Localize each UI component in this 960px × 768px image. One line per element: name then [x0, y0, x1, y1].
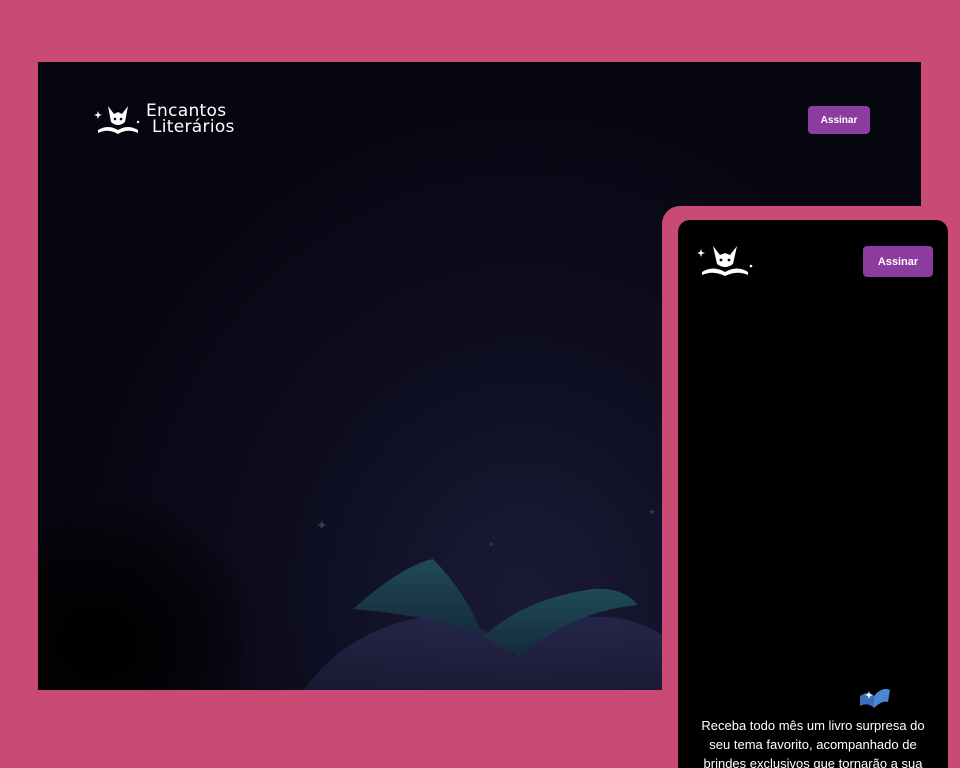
brand-name: Encantos Literários	[146, 103, 235, 137]
dark-vignette	[38, 502, 258, 690]
mobile-description: Receba todo mês um livro surpresa do seu…	[701, 718, 925, 768]
mobile-screen: Assinar Receba todo mês um livro surpres…	[678, 220, 948, 768]
brand-logo[interactable]: Encantos Literários	[94, 100, 235, 138]
magic-book-icon	[860, 688, 890, 708]
bunny-book-icon[interactable]	[696, 240, 754, 280]
bunny-book-icon	[94, 106, 140, 134]
subscribe-button[interactable]: Assinar	[808, 106, 870, 134]
mobile-subscribe-button[interactable]: Assinar	[863, 246, 933, 277]
sparkle-icon: ✦	[648, 507, 656, 517]
sparkle-icon: ✦	[316, 517, 328, 533]
brand-line2: Literários	[152, 117, 235, 137]
